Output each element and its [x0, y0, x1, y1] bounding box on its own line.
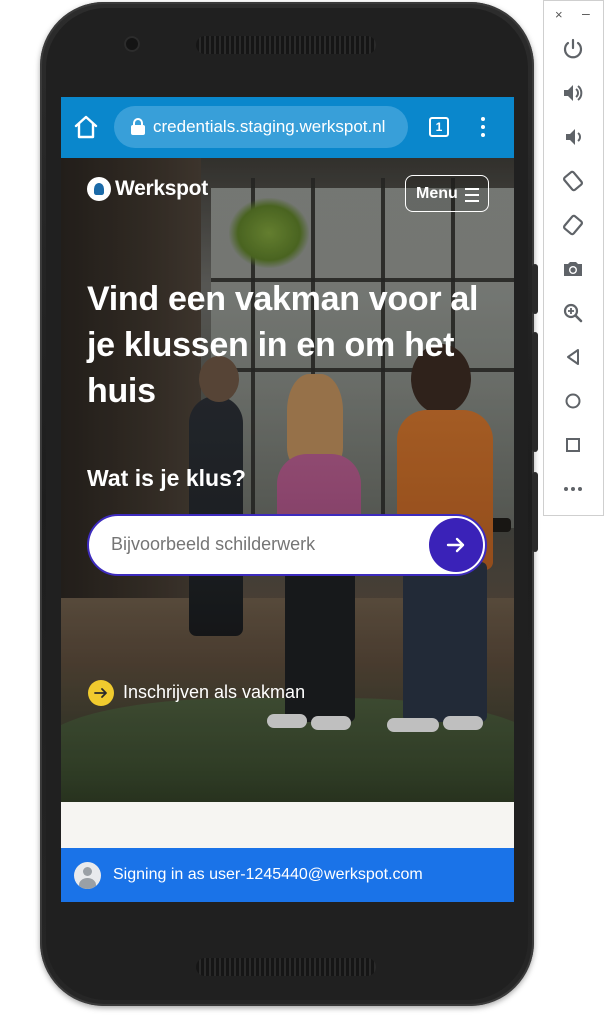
zoom-icon[interactable]: [561, 301, 585, 325]
job-search-box: [87, 514, 487, 576]
emulator-stage: credentials.staging.werkspot.nl 1 Werksp…: [0, 0, 604, 1024]
camera-icon[interactable]: [561, 257, 585, 281]
browser-toolbar: credentials.staging.werkspot.nl 1: [61, 97, 514, 158]
hamburger-icon: [465, 188, 479, 206]
arrow-right-icon: [94, 688, 107, 698]
back-icon[interactable]: [561, 345, 585, 369]
signing-in-text: Signing in as user-1245440@werkspot.com: [113, 866, 423, 883]
volume-up-icon[interactable]: [561, 81, 585, 105]
hero-headline: Vind een vakman voor al je klussen in en…: [87, 280, 479, 410]
phone-side-button: [532, 472, 538, 552]
menu-button[interactable]: Menu: [405, 175, 489, 212]
overview-icon[interactable]: [561, 433, 585, 457]
logo-text: Werkspot: [115, 177, 208, 200]
job-search-input[interactable]: [111, 534, 411, 555]
close-icon[interactable]: ×: [555, 7, 563, 22]
volume-down-icon[interactable]: [561, 125, 585, 149]
signing-in-banner: Signing in as user-1245440@werkspot.com: [61, 848, 514, 902]
menu-button-label: Menu: [416, 185, 458, 202]
lock-icon: [131, 118, 145, 135]
phone-side-button: [532, 332, 538, 452]
arrow-right-icon: [446, 537, 465, 553]
emulator-control-panel: × –: [543, 0, 604, 516]
search-question: Wat is je klus?: [87, 465, 246, 491]
phone-side-button: [532, 264, 538, 314]
phone-screen: credentials.staging.werkspot.nl 1 Werksp…: [61, 97, 514, 902]
bottom-speaker-grille: [196, 958, 376, 976]
url-bar[interactable]: credentials.staging.werkspot.nl: [114, 106, 408, 148]
home-icon[interactable]: [73, 114, 99, 140]
page-content-below-hero: [61, 802, 514, 848]
front-camera: [124, 36, 140, 52]
power-icon[interactable]: [561, 37, 585, 61]
signup-link-text: Inschrijven als vakman: [123, 682, 306, 702]
panel-title-bar: × –: [544, 5, 603, 25]
overflow-menu-icon[interactable]: [473, 115, 493, 139]
more-icon[interactable]: [561, 477, 585, 501]
home-icon[interactable]: [561, 389, 585, 413]
account-avatar-icon: [74, 862, 101, 889]
url-text: credentials.staging.werkspot.nl: [153, 117, 386, 136]
arrow-circle-icon: [88, 680, 114, 706]
minimize-icon[interactable]: –: [582, 5, 590, 21]
top-speaker-grille: [196, 36, 376, 54]
rotate-right-icon[interactable]: [561, 213, 585, 237]
rotate-left-icon[interactable]: [561, 169, 585, 193]
werkspot-logo-icon: [87, 177, 111, 201]
tab-switcher-button[interactable]: 1: [429, 117, 449, 137]
search-submit-button[interactable]: [429, 518, 483, 572]
hero-section: Werkspot Menu Vind een vakman voor al je…: [61, 158, 514, 802]
